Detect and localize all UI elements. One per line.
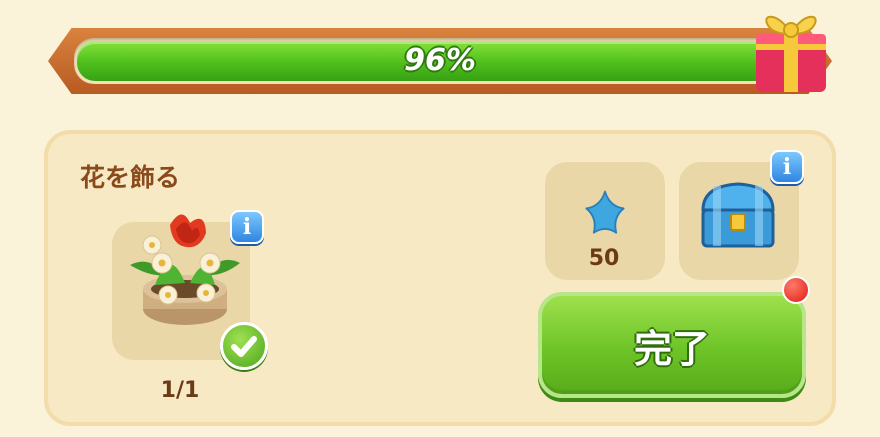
completed-check-icon	[220, 322, 268, 370]
blue-treasure-chest-icon	[701, 182, 775, 248]
task-progress-count: 1/1	[160, 378, 200, 403]
task-title: 花を飾る	[80, 163, 181, 192]
chest-info-button[interactable]: i	[770, 150, 804, 184]
blue-star-icon	[585, 190, 625, 234]
item-info-button[interactable]: i	[230, 210, 264, 244]
notification-dot	[782, 276, 810, 304]
progress-percent-label: 96%	[404, 43, 476, 78]
reward-star-amount: 50	[588, 246, 620, 271]
gift-box-icon[interactable]	[748, 0, 834, 96]
progress-track: 96%	[74, 38, 806, 84]
complete-button[interactable]: 完了	[538, 292, 806, 398]
event-progress-bar: 96%	[48, 28, 832, 94]
